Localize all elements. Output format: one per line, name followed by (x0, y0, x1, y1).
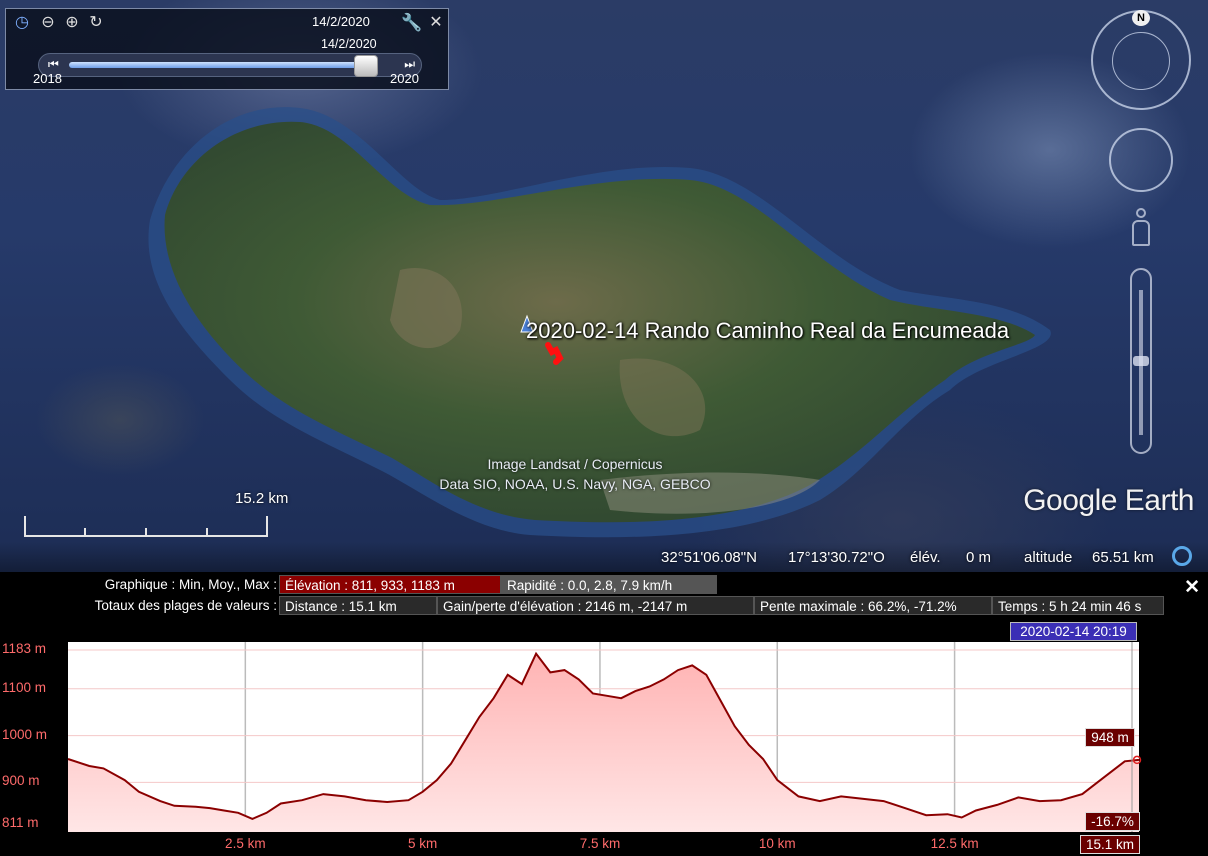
cursor-elevation-tag: 948 m (1085, 728, 1135, 747)
max-slope-cell: Pente maximale : 66.2%, -71.2% (754, 596, 992, 615)
speed-stat-cell[interactable]: Rapidité : 0.0, 2.8, 7.9 km/h (501, 575, 717, 594)
coordinate-status-bar: 32°51'06.08"N 17°13'30.72"O élév. 0 m al… (0, 542, 1208, 572)
wrench-icon[interactable]: 🔧 (401, 13, 422, 33)
cursor-slope-tag: -16.7% (1085, 812, 1140, 831)
y-tick-label: 1100 m (2, 679, 47, 695)
zoom-slider[interactable] (1130, 268, 1152, 454)
gain-loss-cell: Gain/perte d'élévation : 2146 m, -2147 m (437, 596, 754, 615)
y-tick-label: 900 m (2, 773, 40, 789)
totals-row-label: Totaux des plages de valeurs : (94, 598, 277, 613)
skip-start-icon[interactable]: ⏮ (48, 57, 59, 72)
distance-cell: Distance : 15.1 km (279, 596, 437, 615)
elevation-label: élév. (910, 549, 941, 566)
elevation-chart[interactable] (0, 634, 1208, 856)
y-tick-label: 811 m (2, 815, 39, 831)
start-year: 2018 (33, 71, 62, 86)
longitude: 17°13'30.72"O (788, 549, 885, 566)
elevation-profile-panel: Graphique : Min, Moy., Max : Élévation :… (0, 572, 1208, 856)
look-joystick[interactable] (1112, 32, 1170, 90)
street-view-pegman-icon[interactable] (1128, 208, 1154, 256)
time-cell: Temps : 5 h 24 min 46 s (992, 596, 1164, 615)
clock-icon[interactable]: ◷ (12, 13, 32, 33)
move-joystick[interactable] (1109, 128, 1173, 192)
end-year: 2020 (390, 71, 419, 86)
zoom-slider-thumb[interactable] (1133, 356, 1149, 366)
time-slider-track[interactable]: ⏮ ⏭ (38, 53, 422, 77)
time-slider-fill (69, 62, 362, 68)
earth-map-view[interactable]: ◷ ⊖ ⊕ ↻ 14/2/2020 🔧 ✕ 14/2/2020 ⏮ ⏭ 2018… (0, 0, 1208, 572)
cursor-distance-tag: 15.1 km (1080, 835, 1140, 854)
navigation-controls: N (1091, 10, 1200, 470)
track-title-label[interactable]: 2020-02-14 Rando Caminho Real da Encumea… (526, 318, 1009, 344)
elevation-stat-cell[interactable]: Élévation : 811, 933, 1183 m (279, 575, 501, 594)
graph-row-label: Graphique : Min, Moy., Max : (104, 577, 277, 592)
altitude-label: altitude (1024, 549, 1073, 566)
x-tick-label: 2.5 km (225, 836, 266, 851)
current-date: 14/2/2020 (312, 14, 370, 29)
loading-status-icon (1172, 546, 1192, 566)
close-profile-button[interactable]: ✕ (1184, 576, 1200, 599)
elevation-value: 0 m (966, 549, 992, 566)
x-tick-label: 5 km (407, 836, 438, 851)
latitude: 32°51'06.08"N (661, 549, 757, 566)
y-tick-label: 1000 m (2, 726, 48, 742)
scale-bar (24, 516, 268, 537)
x-tick-label: 12.5 km (930, 836, 979, 851)
north-indicator[interactable]: N (1132, 10, 1150, 26)
time-slider-panel: ◷ ⊖ ⊕ ↻ 14/2/2020 🔧 ✕ 14/2/2020 ⏮ ⏭ 2018… (5, 8, 449, 90)
time-slider-thumb[interactable] (353, 55, 378, 77)
refresh-time-icon[interactable]: ↻ (86, 13, 106, 33)
y-tick-label: 1183 m (2, 640, 47, 656)
close-icon[interactable]: ✕ (426, 13, 446, 33)
data-credit: Data SIO, NOAA, U.S. Navy, NGA, GEBCO (439, 476, 711, 492)
altitude-value: 65.51 km (1092, 549, 1154, 566)
skip-end-icon[interactable]: ⏭ (404, 57, 415, 72)
scale-label: 15.2 km (235, 490, 289, 507)
zoom-in-time-icon[interactable]: ⊕ (62, 13, 82, 33)
x-tick-label: 10 km (758, 836, 796, 851)
thumb-date: 14/2/2020 (321, 37, 377, 51)
google-earth-logo: Google Earth (1023, 484, 1194, 517)
zoom-out-time-icon[interactable]: ⊖ (38, 13, 58, 33)
x-tick-label: 7.5 km (579, 836, 621, 851)
imagery-credit: Image Landsat / Copernicus (487, 456, 663, 472)
